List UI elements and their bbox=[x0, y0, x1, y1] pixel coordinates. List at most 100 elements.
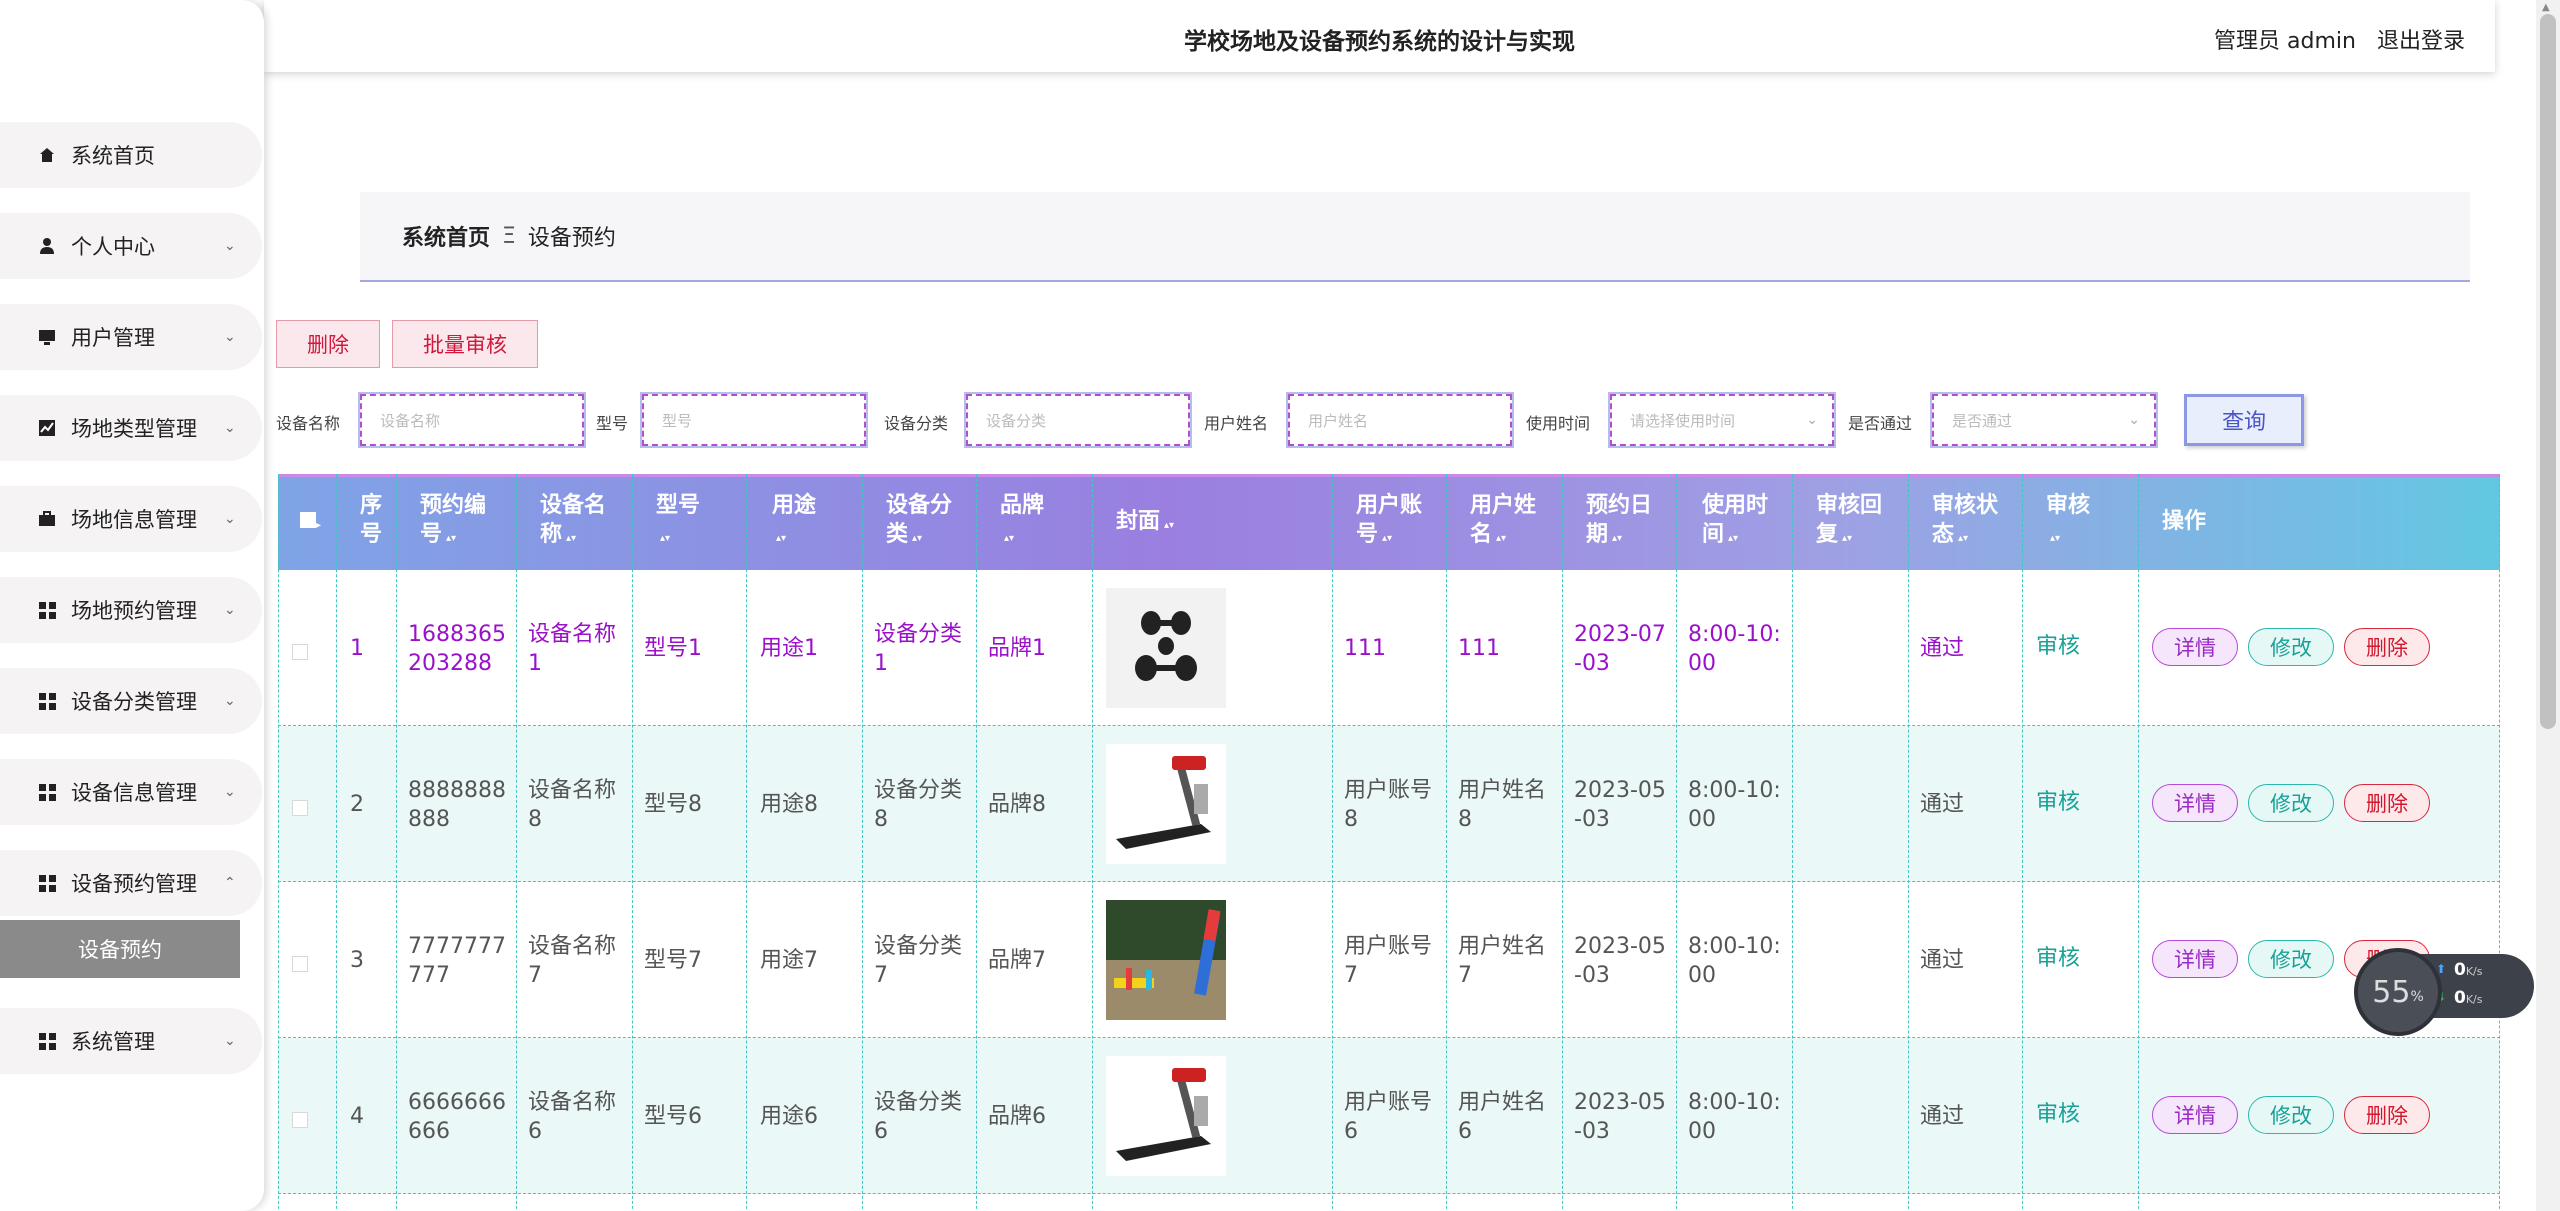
download-speed: 0K/s bbox=[2454, 988, 2483, 1008]
sidebar-item-system-management[interactable]: 系统管理 ⌄ bbox=[0, 1008, 262, 1074]
cell-use: 用途1 bbox=[760, 636, 818, 661]
review-link[interactable]: 审核 bbox=[2036, 632, 2080, 661]
cell-review-status: 通过 bbox=[1920, 636, 1965, 661]
edit-button[interactable]: 修改 bbox=[2248, 784, 2334, 822]
header-review[interactable]: 审核 ▴▾ bbox=[2046, 491, 2090, 553]
network-speed-widget[interactable]: ⬆ 0K/s ⬇ 0K/s 55% bbox=[2354, 948, 2534, 1036]
model-input[interactable]: 型号 bbox=[642, 394, 866, 446]
scroll-up-icon[interactable]: ▲ bbox=[2542, 2, 2550, 13]
header-booking-date[interactable]: 预约日期 ▴▾ bbox=[1586, 491, 1652, 553]
review-link[interactable]: 审核 bbox=[2036, 944, 2080, 973]
review-link[interactable]: 审核 bbox=[2036, 1100, 2080, 1129]
edit-button[interactable]: 修改 bbox=[2248, 1096, 2334, 1134]
header-category[interactable]: 设备分类 ▴▾ bbox=[886, 491, 952, 553]
sidebar-item-label: 设备信息管理 bbox=[71, 781, 197, 805]
sidebar-item-venue-booking[interactable]: 场地预约管理 ⌄ bbox=[0, 577, 262, 643]
search-label-model: 型号 bbox=[596, 414, 629, 433]
detail-button[interactable]: 详情 bbox=[2152, 940, 2238, 978]
scrollbar-thumb[interactable] bbox=[2540, 14, 2556, 729]
row-delete-button[interactable]: 删除 bbox=[2344, 1096, 2430, 1134]
use-time-select[interactable]: 请选择使用时间 ⌄ bbox=[1610, 394, 1834, 446]
column-divider bbox=[2138, 474, 2139, 1211]
query-button[interactable]: 查询 bbox=[2184, 394, 2304, 446]
table-header: ▸ 序号 预约编号 ▴▾ 设备名称 ▴▾ 型号 ▴▾ 用途 ▴▾ 设备分类 ▴▾ 品牌 ▴▾… bbox=[278, 474, 2500, 570]
header-use[interactable]: 用途 ▴▾ bbox=[772, 491, 816, 553]
cover-image[interactable] bbox=[1106, 900, 1226, 1020]
grid-icon bbox=[36, 781, 58, 803]
sidebar-item-equipment-booking[interactable]: 设备预约管理 ⌃ bbox=[0, 850, 262, 916]
cell-user-name: 111 bbox=[1458, 636, 1500, 661]
cover-image[interactable] bbox=[1106, 588, 1226, 708]
approved-select[interactable]: 是否通过 ⌄ bbox=[1932, 394, 2156, 446]
cell-model: 型号7 bbox=[644, 948, 702, 973]
row-delete-button[interactable]: 删除 bbox=[2344, 784, 2430, 822]
column-divider bbox=[1332, 474, 1333, 1211]
header-cover[interactable]: 封面 ▴▾ bbox=[1116, 507, 1174, 540]
header-brand[interactable]: 品牌 ▴▾ bbox=[1000, 491, 1044, 553]
table-row: 1 1688365 203288 设备名称 1 型号1 用途1 设备分类 1 品牌1 111 1… bbox=[278, 570, 2500, 726]
cell-index: 4 bbox=[350, 1104, 364, 1129]
chevron-down-icon: ⌄ bbox=[2128, 412, 2140, 428]
cell-user-account: 111 bbox=[1344, 636, 1386, 661]
sidebar-item-home[interactable]: 系统首页 bbox=[0, 122, 262, 188]
row-checkbox[interactable] bbox=[292, 800, 308, 816]
grid-icon bbox=[36, 690, 58, 712]
breadcrumb: 系统首页 Ξ 设备预约 bbox=[360, 192, 2470, 282]
table-row: 2 8888888 888 设备名称 8 型号8 用途8 设备分类 8 品牌8 用户账号 8 用… bbox=[278, 726, 2500, 882]
dumbbells-image bbox=[1106, 588, 1226, 708]
cell-user-name: 用户姓名 6 bbox=[1458, 1090, 1547, 1144]
table-row: 3 7777777 777 设备名称 7 型号7 用途7 设备分类 7 品牌7 用户账号 7 用… bbox=[278, 882, 2500, 1038]
column-divider bbox=[516, 474, 517, 1211]
logout-link[interactable]: 退出登录 bbox=[2377, 29, 2465, 54]
monitor-icon bbox=[36, 326, 58, 348]
user-name-input[interactable]: 用户姓名 bbox=[1288, 394, 1512, 446]
cell-booking-date: 2023-07 -03 bbox=[1574, 622, 1666, 676]
column-divider bbox=[1446, 474, 1447, 1211]
header-booking-code[interactable]: 预约编号 ▴▾ bbox=[420, 491, 486, 553]
cover-image[interactable] bbox=[1106, 744, 1226, 864]
cell-brand: 品牌8 bbox=[988, 792, 1046, 817]
row-delete-button[interactable]: 删除 bbox=[2344, 628, 2430, 666]
row-checkbox[interactable] bbox=[292, 1112, 308, 1128]
equipment-name-input[interactable]: 设备名称 bbox=[360, 394, 584, 446]
user-icon bbox=[36, 235, 58, 257]
cell-use: 用途8 bbox=[760, 792, 818, 817]
row-checkbox[interactable] bbox=[292, 956, 308, 972]
cell-use-time: 8:00-10: 00 bbox=[1688, 778, 1781, 832]
review-link[interactable]: 审核 bbox=[2036, 788, 2080, 817]
header-review-status[interactable]: 审核状态 ▴▾ bbox=[1932, 491, 1998, 553]
header-model[interactable]: 型号 ▴▾ bbox=[656, 491, 700, 553]
batch-review-button[interactable]: 批量审核 bbox=[392, 320, 538, 368]
header-equipment-name[interactable]: 设备名称 ▴▾ bbox=[540, 491, 606, 553]
search-label-use-time: 使用时间 bbox=[1526, 414, 1591, 433]
detail-button[interactable]: 详情 bbox=[2152, 1096, 2238, 1134]
edit-button[interactable]: 修改 bbox=[2248, 628, 2334, 666]
cell-category: 设备分类 1 bbox=[874, 622, 963, 676]
header-review-reply[interactable]: 审核回复 ▴▾ bbox=[1816, 491, 1882, 553]
column-divider bbox=[396, 474, 397, 1211]
sidebar-item-venue-info[interactable]: 场地信息管理 ⌄ bbox=[0, 486, 262, 552]
row-checkbox[interactable] bbox=[292, 644, 308, 660]
detail-button[interactable]: 详情 bbox=[2152, 784, 2238, 822]
sidebar-item-venue-type[interactable]: 场地类型管理 ⌄ bbox=[0, 395, 262, 461]
delete-button[interactable]: 删除 bbox=[276, 320, 380, 368]
page-scrollbar[interactable]: ▲ bbox=[2536, 0, 2560, 1211]
chevron-down-icon: ⌄ bbox=[1806, 412, 1818, 428]
header-user-name[interactable]: 用户姓名 ▴▾ bbox=[1470, 491, 1536, 553]
cell-use: 用途7 bbox=[760, 948, 818, 973]
edit-button[interactable]: 修改 bbox=[2248, 940, 2334, 978]
cover-image[interactable] bbox=[1106, 1056, 1226, 1176]
cell-user-account: 用户账号 8 bbox=[1344, 778, 1433, 832]
detail-button[interactable]: 详情 bbox=[2152, 628, 2238, 666]
sidebar-item-equipment-info[interactable]: 设备信息管理 ⌄ bbox=[0, 759, 262, 825]
sidebar-item-user-management[interactable]: 用户管理 ⌄ bbox=[0, 304, 262, 370]
sidebar-item-personal-center[interactable]: 个人中心 ⌄ bbox=[0, 213, 262, 279]
breadcrumb-home[interactable]: 系统首页 bbox=[402, 220, 490, 252]
header-user-account[interactable]: 用户账号 ▴▾ bbox=[1356, 491, 1422, 553]
sidebar-item-equipment-category[interactable]: 设备分类管理 ⌄ bbox=[0, 668, 262, 734]
category-input[interactable]: 设备分类 bbox=[966, 394, 1190, 446]
header-use-time[interactable]: 使用时间 ▴▾ bbox=[1702, 491, 1768, 553]
select-all-checkbox[interactable]: ▸ bbox=[300, 507, 321, 540]
sidebar: 系统首页 个人中心 ⌄ 用户管理 ⌄ 场地类型管理 ⌄ 场地信息管理 ⌄ 场地预… bbox=[0, 0, 264, 1211]
sidebar-subitem-equipment-booking[interactable]: 设备预约 bbox=[0, 920, 240, 978]
